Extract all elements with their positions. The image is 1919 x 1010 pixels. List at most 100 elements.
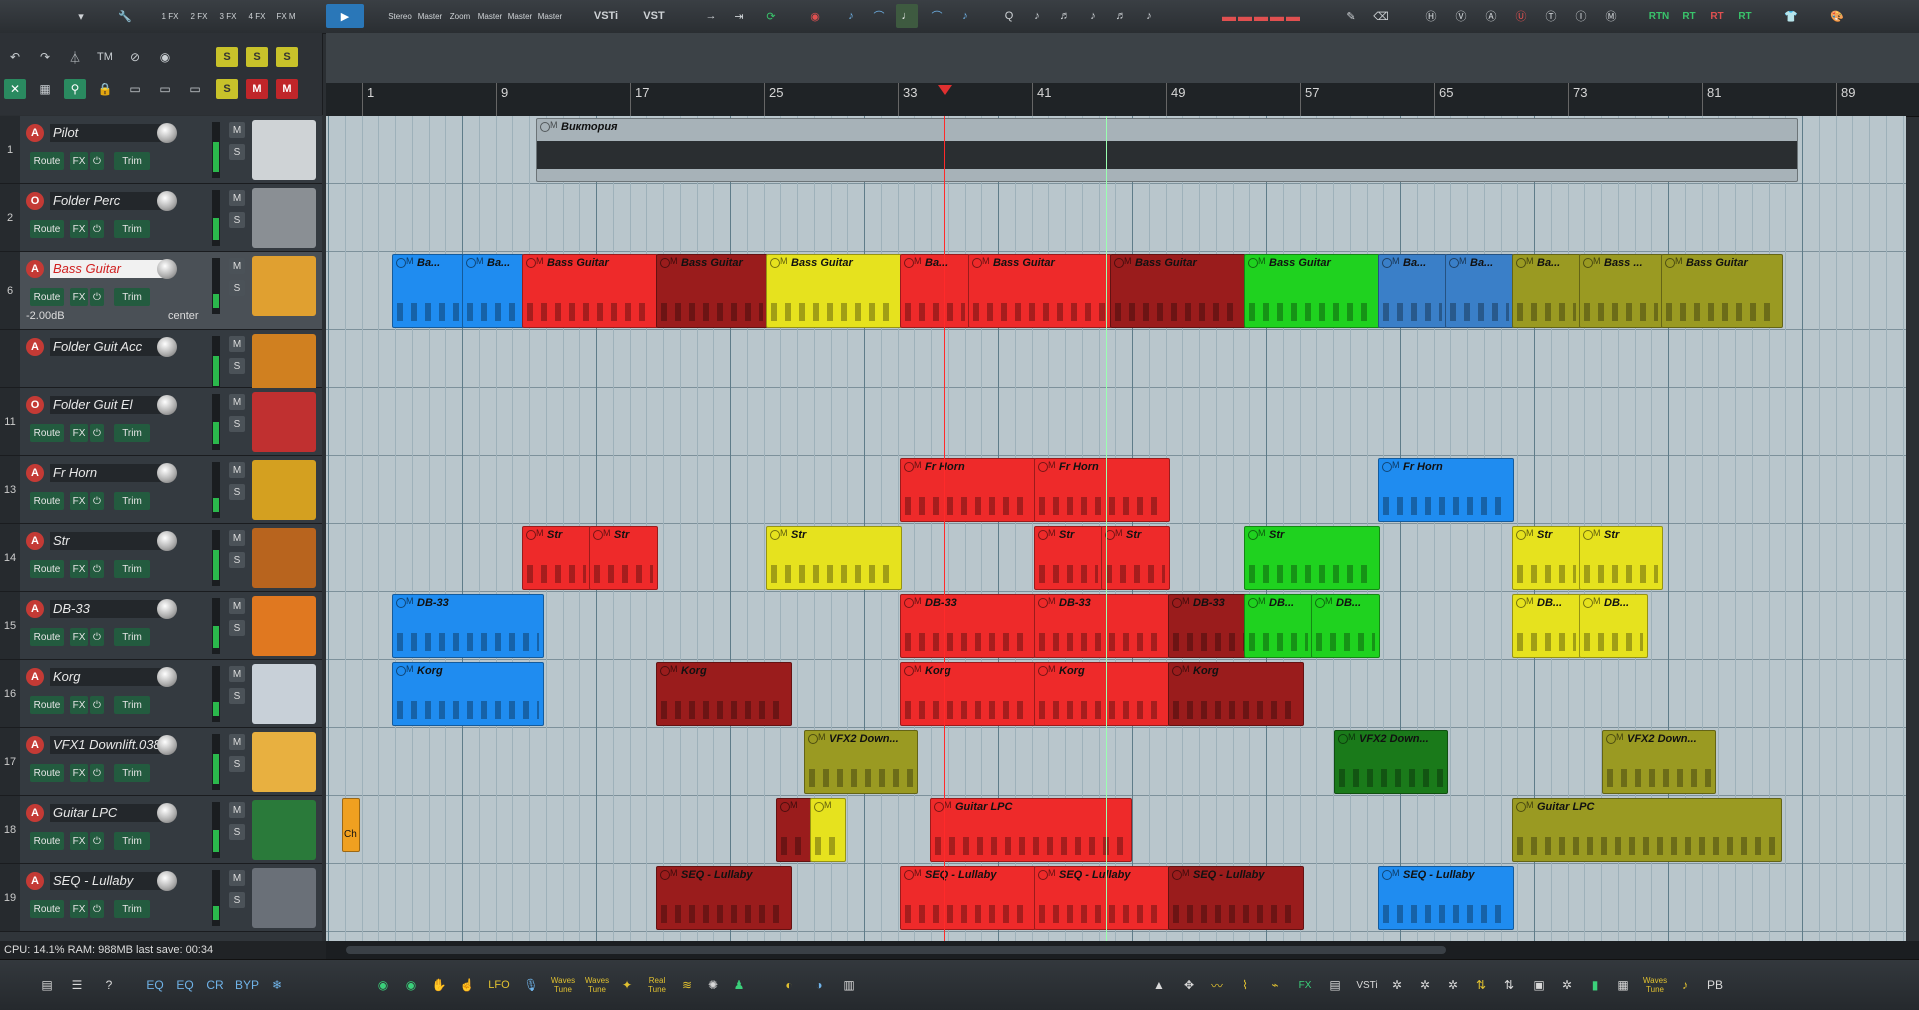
track-icon[interactable] — [252, 120, 316, 180]
midi-item[interactable]: M Guitar LPC — [1512, 798, 1782, 862]
fx-button[interactable]: FX — [70, 560, 88, 578]
fx-bypass-icon[interactable]: ⏻ — [90, 832, 104, 850]
eq2-button[interactable]: EQ — [172, 974, 198, 996]
route-button[interactable]: Route — [30, 696, 64, 714]
trim-button[interactable]: Trim — [114, 900, 150, 918]
track-row[interactable]: 11 O Folder Guit El Route FX ⏻ Trim M S — [0, 388, 322, 456]
byp-button[interactable]: BYP — [232, 974, 262, 996]
note-wave-icon[interactable]: ♪ — [1674, 974, 1696, 996]
trim-button[interactable]: Trim — [114, 424, 150, 442]
track-icon[interactable] — [252, 256, 316, 316]
note-64-icon[interactable]: ♬ — [1110, 4, 1132, 28]
solo-button[interactable]: S — [229, 280, 245, 296]
dial2-icon[interactable]: ◑ — [806, 974, 832, 996]
lock-icon[interactable]: 🔒 — [94, 79, 116, 99]
fx-bypass-icon[interactable]: ⏻ — [90, 424, 104, 442]
route-button[interactable]: Route — [30, 900, 64, 918]
eye-off-icon[interactable]: ⊘ — [124, 47, 146, 67]
solo-button[interactable]: S — [229, 144, 245, 160]
mic-icon[interactable]: 🎙 — [520, 974, 542, 996]
cr-button[interactable]: CR — [202, 974, 228, 996]
fx-button[interactable]: FX — [70, 900, 88, 918]
midi-item[interactable]: M SEQ - Lullaby — [900, 866, 1036, 930]
folder-close-icon[interactable]: ▭ — [184, 79, 206, 99]
fxm-button[interactable]: FX M — [274, 4, 298, 28]
item-mute-icon[interactable]: M — [1115, 528, 1123, 538]
midi-item[interactable]: M — [776, 798, 812, 862]
trim-button[interactable]: Trim — [114, 288, 150, 306]
item-fx-icon[interactable] — [934, 802, 944, 812]
dropdown-icon[interactable]: ▾ — [70, 4, 92, 28]
midi-item[interactable]: M Fr Horn — [1034, 458, 1170, 522]
fx-bypass-icon[interactable]: ⏻ — [90, 152, 104, 170]
item-mute-icon[interactable]: M — [1124, 256, 1132, 266]
track-name[interactable]: Fr Horn — [50, 464, 171, 482]
piano-icon[interactable]: ▥ — [836, 974, 862, 996]
item-fx-icon[interactable] — [904, 666, 914, 676]
fx-bypass-icon[interactable]: ⏻ — [90, 900, 104, 918]
zoom-h-icon[interactable]: Ⓗ — [1420, 4, 1442, 28]
node3-icon[interactable]: ✲ — [1442, 974, 1464, 996]
item-mute-icon[interactable]: M — [1526, 528, 1534, 538]
item-fx-icon[interactable] — [1516, 598, 1526, 608]
item-mute-icon[interactable]: M — [1048, 868, 1056, 878]
mute-button[interactable]: M — [229, 598, 245, 614]
rt-button-3[interactable]: RT — [1734, 4, 1756, 28]
fx-bypass-icon[interactable]: ⏻ — [90, 288, 104, 306]
track-row[interactable]: 15 A DB-33 Route FX ⏻ Trim M S — [0, 592, 322, 660]
fx-bypass-icon[interactable]: ⏻ — [90, 696, 104, 714]
mute-button[interactable]: M — [229, 258, 245, 274]
track-name[interactable]: Korg — [50, 668, 171, 686]
zoom-t-icon[interactable]: Ⓣ — [1540, 4, 1562, 28]
midi-item[interactable]: M Ba... — [1378, 254, 1447, 328]
route-button[interactable]: Route — [30, 288, 64, 306]
item-mute-icon[interactable]: M — [1593, 256, 1601, 266]
playhead-marker[interactable] — [938, 85, 952, 95]
route-button[interactable]: Route — [30, 492, 64, 510]
record-arm-button[interactable]: A — [26, 668, 44, 686]
item-fx-icon[interactable] — [1172, 666, 1182, 676]
midi-item[interactable]: M DB... — [1311, 594, 1380, 658]
track-icon[interactable] — [252, 392, 316, 452]
zoom-a-icon[interactable]: Ⓐ — [1480, 4, 1502, 28]
fx-bypass-icon[interactable]: ⏻ — [90, 220, 104, 238]
item-fx-icon[interactable] — [396, 258, 406, 268]
eye-route-icon[interactable]: ◉ — [372, 974, 394, 996]
byp-master-button[interactable]: Master — [476, 4, 504, 28]
eye-route2-icon[interactable]: ◉ — [400, 974, 422, 996]
puzzle-icon[interactable]: ✦ — [616, 974, 638, 996]
item-mute-icon[interactable]: M — [1459, 256, 1467, 266]
move-icon[interactable]: ✥ — [1178, 974, 1200, 996]
note-icon[interactable]: ♪ — [840, 4, 862, 28]
undo-icon[interactable]: ↶ — [4, 47, 26, 67]
item-mute-icon[interactable]: M — [670, 664, 678, 674]
volume-knob[interactable] — [157, 337, 177, 357]
item-fx-icon[interactable] — [808, 734, 818, 744]
item-mute-icon[interactable]: M — [476, 256, 484, 266]
item-mute-icon[interactable]: M — [1048, 596, 1056, 606]
item-fx-icon[interactable] — [1038, 598, 1048, 608]
item-mute-icon[interactable]: M — [1526, 800, 1534, 810]
midi-item[interactable]: M Str — [1579, 526, 1663, 590]
track-name[interactable]: SEQ - Lullaby — [50, 872, 171, 890]
track-name[interactable]: VFX1 Downlift.038 — [50, 736, 171, 754]
zoom-button[interactable]: Zoom — [446, 4, 474, 28]
fx-bypass-icon[interactable]: ⏻ — [90, 628, 104, 646]
midi-item[interactable]: M Bass Guitar — [968, 254, 1112, 328]
note-t-icon[interactable]: ♪ — [1138, 4, 1160, 28]
midi-item[interactable]: M SEQ - Lullaby — [1034, 866, 1170, 930]
route-button[interactable]: Route — [30, 152, 64, 170]
midi-item[interactable]: M Fr Horn — [1378, 458, 1514, 522]
midi-item[interactable]: M Str — [1512, 526, 1581, 590]
mute-all-button[interactable]: M — [246, 79, 268, 99]
volume-knob[interactable] — [157, 667, 177, 687]
midi-item[interactable]: M SEQ - Lullaby — [1168, 866, 1304, 930]
item-fx-icon[interactable] — [1038, 666, 1048, 676]
fx-bypass-icon[interactable]: ⏻ — [90, 764, 104, 782]
item-fx-icon[interactable] — [1606, 734, 1616, 744]
fx-button[interactable]: FX — [70, 152, 88, 170]
item-mute-icon[interactable]: M — [1182, 596, 1190, 606]
fx-button[interactable]: FX — [70, 288, 88, 306]
track-row[interactable]: 6 A Bass Guitar Route FX ⏻ Trim -2.00dB center M S — [0, 252, 322, 330]
fx-button[interactable]: FX — [70, 696, 88, 714]
